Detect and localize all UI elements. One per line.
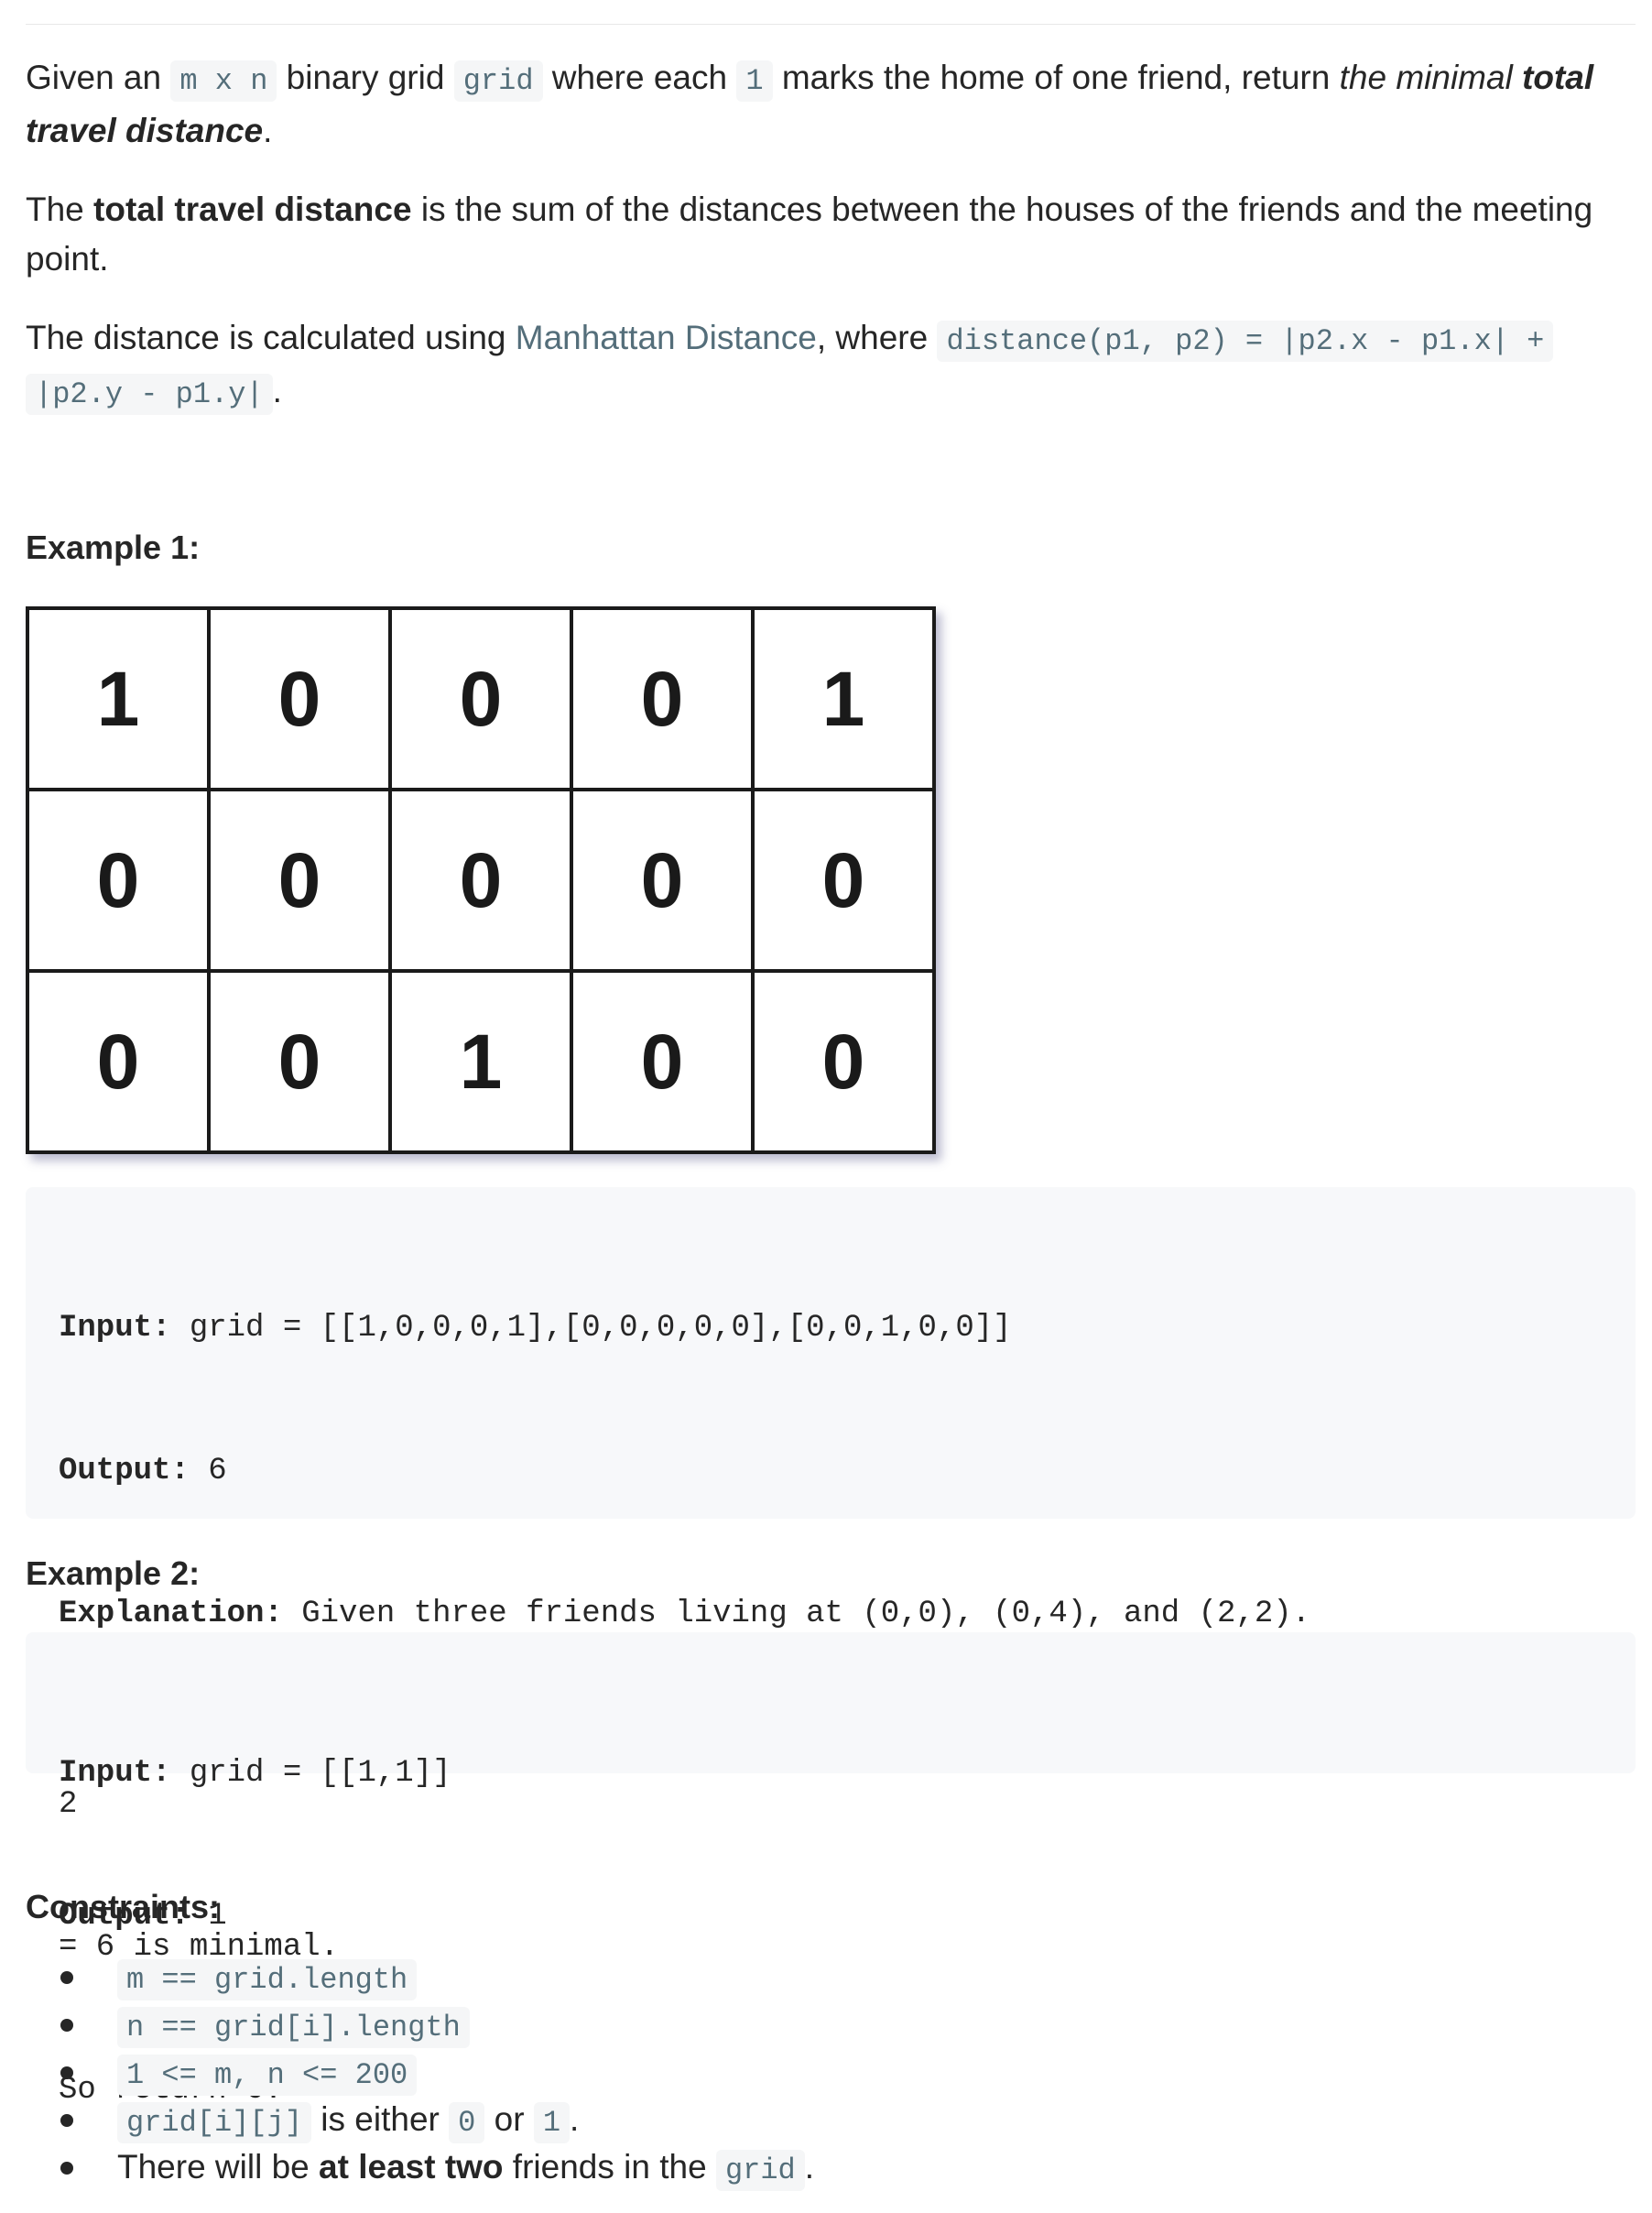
text: marks the home of one friend, return (772, 59, 1340, 96)
grid-row: 00000 (26, 788, 936, 973)
bold-italic-text: travel distance (26, 112, 264, 149)
intro-paragraph-1: Given an m x n binary grid grid where ea… (26, 53, 1637, 156)
output-label: Output: (59, 1454, 190, 1488)
constraints-list: m == grid.length n == grid[i].length 1 <… (26, 1953, 814, 2191)
list-item: m == grid.length (60, 1953, 814, 2000)
inline-code-mxn: m x n (170, 60, 277, 102)
grid-cell: 0 (570, 788, 755, 973)
grid-cell: 0 (207, 969, 392, 1154)
text: There will be (117, 2148, 320, 2186)
constraint-code: grid[i][j] (117, 2102, 312, 2143)
grid-cell: 0 (751, 969, 936, 1154)
grid-cell: 0 (570, 606, 755, 791)
grid-cell: 0 (751, 788, 936, 973)
inline-code-formula: distance(p1, p2) = |p2.x - p1.x| + (937, 321, 1554, 362)
text: binary grid (277, 59, 454, 96)
input-line: Input: grid = [[1,1]] (59, 1750, 1603, 1797)
constraint-code: m == grid.length (117, 1959, 418, 2000)
text: . (263, 112, 273, 149)
grid-cell: 0 (26, 969, 211, 1154)
bold-text: at least two (319, 2148, 504, 2186)
input-label: Input: (59, 1311, 171, 1346)
text: where each (542, 59, 737, 96)
grid-cell: 0 (207, 606, 392, 791)
text: . (272, 372, 282, 409)
explanation-line: Explanation: Given three friends living … (59, 1590, 1603, 1638)
input-label: Input: (59, 1756, 171, 1791)
inline-code-grid: grid (453, 60, 543, 102)
example-2-code-block: Input: grid = [[1,1]] Output: 1 (26, 1632, 1636, 1934)
grid-row: 00100 (26, 969, 936, 1154)
grid-cell: 1 (751, 606, 936, 791)
example-1-title: Example 1: (26, 529, 201, 566)
explanation-value: Given three friends living at (0,0), (0,… (282, 1597, 1311, 1631)
text: is either (311, 2100, 450, 2138)
constraint-code: 1 <= m, n <= 200 (117, 2055, 418, 2096)
grid-cell: 1 (26, 606, 211, 791)
grid-cell: 0 (26, 788, 211, 973)
grid-cell: 0 (388, 606, 573, 791)
constraint-code: 1 (533, 2102, 571, 2143)
bold-italic-text: total (1522, 59, 1594, 96)
list-item: n == grid[i].length (60, 2000, 814, 2048)
constraint-code: grid (715, 2150, 805, 2191)
manhattan-distance-link[interactable]: Manhattan Distance (516, 319, 817, 356)
text: friends in the (503, 2148, 716, 2186)
input-value: grid = [[1,1]] (170, 1756, 451, 1791)
output-value: 6 (189, 1454, 227, 1488)
grid-cell: 0 (207, 788, 392, 973)
explanation-label: Explanation: (59, 1597, 283, 1631)
grid-cell: 1 (388, 969, 573, 1154)
text: , where (816, 319, 938, 356)
output-line: Output: 1 (59, 1892, 1603, 1940)
list-item: There will be at least two friends in th… (60, 2143, 815, 2191)
text: The distance is calculated using (26, 319, 516, 356)
intro-paragraph-2: The total travel distance is the sum of … (26, 185, 1637, 284)
constraint-code: 0 (449, 2102, 485, 2143)
list-item: grid[i][j] is either 0 or 1. (60, 2096, 814, 2143)
output-line: Output: 6 (59, 1447, 1603, 1495)
intro-section: Given an m x n binary grid grid where ea… (26, 53, 1637, 420)
example-2-title: Example 2: (26, 1554, 201, 1592)
grid-cell: 0 (388, 788, 573, 973)
grid-cell: 0 (570, 969, 755, 1154)
bold-text: total travel distance (93, 191, 412, 228)
input-value: grid = [[1,0,0,0,1],[0,0,0,0,0],[0,0,1,0… (170, 1311, 1012, 1346)
example-1-grid-image: 100010000000100 (26, 606, 936, 1154)
top-divider (26, 24, 1636, 25)
example-1-code-block: Input: grid = [[1,0,0,0,1],[0,0,0,0,0],[… (26, 1187, 1636, 2108)
text: or (484, 2100, 534, 2138)
inline-code-formula-cont: |p2.y - p1.y| (26, 374, 273, 415)
problem-description: Given an m x n binary grid grid where ea… (0, 0, 1652, 2213)
inline-code-one: 1 (736, 60, 773, 102)
grid-row: 10001 (26, 606, 936, 791)
input-line: Input: grid = [[1,0,0,0,1],[0,0,0,0,0],[… (59, 1304, 1603, 1352)
intro-paragraph-3: The distance is calculated using Manhatt… (26, 313, 1637, 420)
text: The (26, 191, 94, 228)
constraint-code: n == grid[i].length (117, 2007, 470, 2048)
text: Given an (26, 59, 171, 96)
constraints-title: Constraints: (26, 1888, 221, 1925)
italic-text: the minimal (1339, 59, 1523, 96)
text: . (570, 2100, 580, 2138)
grid-table: 100010000000100 (26, 606, 936, 1154)
text: . (804, 2148, 815, 2186)
list-item: 1 <= m, n <= 200 (60, 2048, 814, 2096)
